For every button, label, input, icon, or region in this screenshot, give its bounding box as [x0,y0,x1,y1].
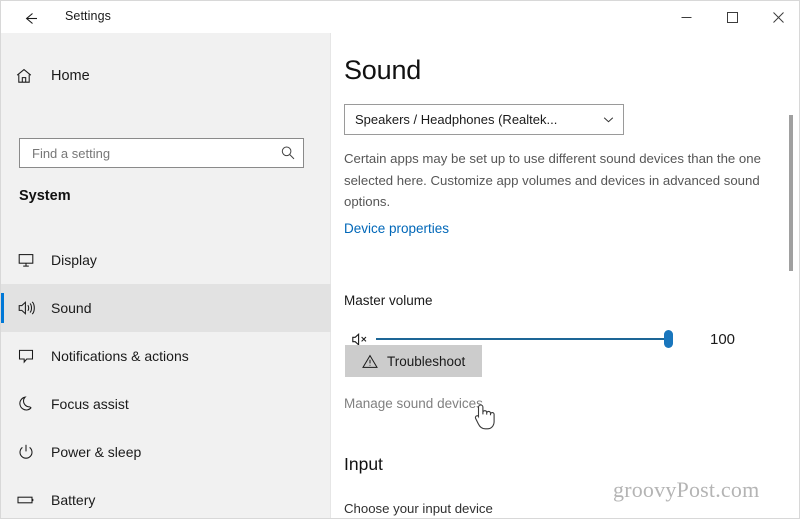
output-device-selected-value: Speakers / Headphones (Realtek... [355,112,558,127]
main-scrollbar[interactable] [785,33,797,518]
sidebar-item-notifications[interactable]: Notifications & actions [1,332,331,380]
master-volume-value: 100 [710,330,736,348]
input-section-title: Input [344,454,383,474]
minimize-button[interactable] [663,1,709,33]
power-icon [1,443,51,461]
sidebar-item-home[interactable]: Home [1,59,331,93]
window-controls [663,1,799,33]
minimize-icon [681,12,692,23]
sidebar-item-label: Sound [51,300,92,316]
sidebar-item-label: Focus assist [51,396,129,412]
sidebar-section-title: System [19,188,71,204]
search-icon[interactable] [273,145,303,161]
sidebar-item-label: Battery [51,492,96,508]
output-description: Certain apps may be set up to use differ… [344,151,761,209]
settings-window: Settings Home Find a setting System Disp… [0,0,800,519]
sidebar-item-focus-assist[interactable]: Focus assist [1,380,331,428]
sidebar: Home System [1,33,331,518]
warning-triangle-icon [362,354,378,369]
device-properties-link[interactable]: Device properties [344,221,449,236]
sidebar-item-label: Display [51,252,97,268]
chevron-down-icon [593,113,623,126]
sidebar-nav-list: Display Sound Notifications & actions Fo… [1,236,331,518]
close-icon [772,11,784,23]
home-icon [1,67,47,85]
page-title: Sound [344,55,422,85]
troubleshoot-button[interactable]: Troubleshoot [345,345,483,377]
moon-icon [1,395,51,413]
maximize-button[interactable] [709,1,755,33]
manage-sound-devices-link[interactable]: Manage sound devices [344,396,483,411]
main-content: Sound Speakers / Headphones (Realtek... … [332,33,799,518]
slider-thumb[interactable] [664,330,673,348]
scrollbar-thumb[interactable] [789,115,793,271]
troubleshoot-button-label: Troubleshoot [387,353,466,369]
battery-icon [1,491,51,509]
close-button[interactable] [755,1,799,33]
speaker-icon [1,299,51,317]
sidebar-item-label: Power & sleep [51,444,142,460]
watermark: groovyPost.com [613,477,760,502]
back-button[interactable] [15,5,45,31]
master-volume-label: Master volume [344,293,433,308]
search-input[interactable] [20,145,273,161]
sidebar-item-label: Notifications & actions [51,348,189,364]
back-arrow-icon [22,10,39,27]
title-bar: Settings [1,1,799,33]
sidebar-item-display[interactable]: Display [1,236,331,284]
slider-track-bar [376,338,669,340]
output-device-dropdown[interactable]: Speakers / Headphones (Realtek... [344,104,624,135]
monitor-icon [1,251,51,269]
search-box[interactable] [19,138,304,168]
notification-bubble-icon [1,347,51,365]
input-device-label: Choose your input device [344,501,493,516]
maximize-icon [726,11,738,23]
window-title: Settings [65,9,111,23]
sidebar-item-battery[interactable]: Battery [1,476,331,518]
sidebar-item-sound[interactable]: Sound [1,284,331,332]
selection-indicator [1,293,4,323]
sidebar-item-power-sleep[interactable]: Power & sleep [1,428,331,476]
sidebar-home-label: Home [51,68,90,84]
